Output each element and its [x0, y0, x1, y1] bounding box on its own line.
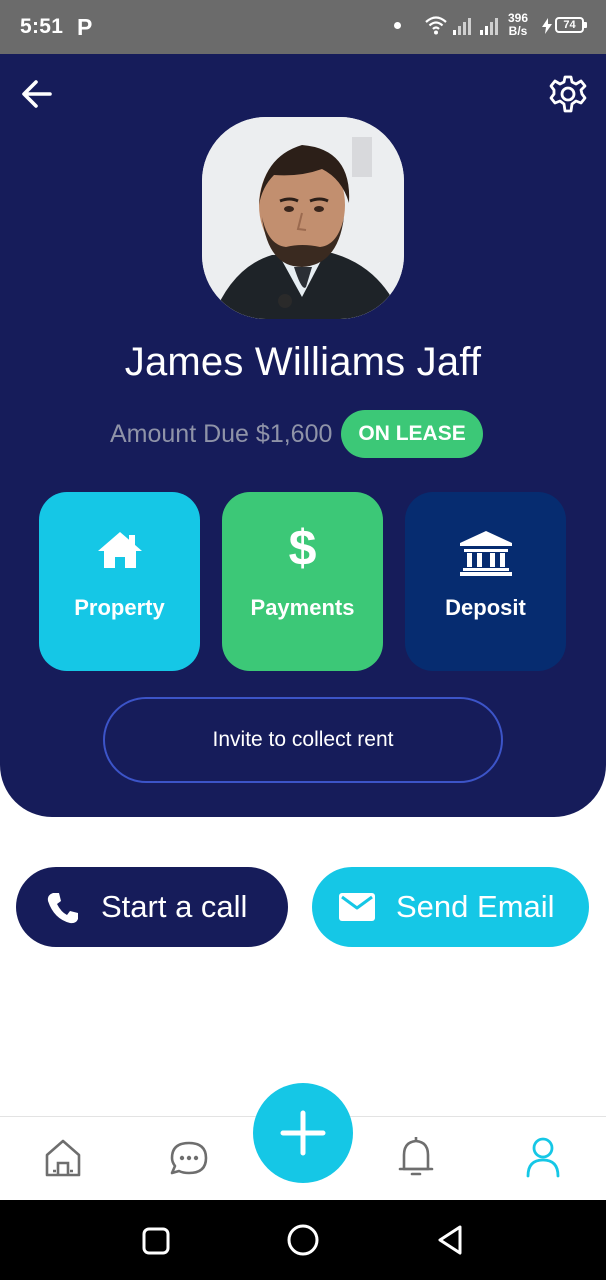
gear-icon[interactable]	[548, 74, 588, 114]
bank-icon	[459, 531, 512, 576]
deposit-label: Deposit	[445, 595, 526, 620]
deposit-button[interactable]: Deposit	[405, 492, 566, 671]
bell-icon[interactable]	[396, 1135, 436, 1179]
signal-icon-sim1	[453, 18, 471, 35]
profile-icon[interactable]	[523, 1135, 563, 1179]
start-call-button[interactable]: Start a call	[16, 867, 288, 947]
arrow-left-icon[interactable]	[20, 77, 54, 111]
wifi-icon	[425, 16, 447, 35]
start-call-label: Start a call	[101, 889, 248, 924]
tenant-profile-screen: 5:51 P 396 B/s 74 James Williams Jaff Am…	[0, 0, 606, 1280]
status-bar: 5:51 P 396 B/s 74	[0, 0, 606, 54]
add-icon	[280, 1110, 326, 1156]
send-email-button[interactable]: Send Email	[312, 867, 589, 947]
home-icon	[97, 532, 142, 568]
dollar-icon: $	[288, 520, 317, 576]
avatar-photo	[202, 117, 404, 319]
network-speed: 396 B/s	[508, 12, 528, 38]
profile-header-card: James Williams Jaff Amount Due $1,600 ON…	[0, 54, 606, 817]
tenant-name: James Williams Jaff	[124, 340, 482, 384]
amount-due-text: Amount Due $1,600	[110, 419, 333, 448]
phone-icon	[47, 893, 78, 924]
chat-icon[interactable]	[169, 1135, 209, 1179]
battery-icon: 74	[555, 17, 587, 33]
avatar	[202, 117, 404, 319]
status-time: 5:51	[20, 15, 64, 38]
notification-dot-icon	[394, 22, 401, 29]
signal-icon-sim2	[480, 18, 498, 35]
send-email-label: Send Email	[396, 889, 555, 924]
home-circle-icon[interactable]	[286, 1223, 320, 1257]
property-button[interactable]: Property	[39, 492, 200, 671]
payments-button[interactable]: $ Payments	[222, 492, 383, 671]
notification-app-icon: P	[77, 14, 93, 40]
system-navigation-bar	[0, 1200, 606, 1280]
charging-icon	[542, 18, 552, 34]
property-label: Property	[74, 595, 165, 620]
status-badge: ON LEASE	[341, 410, 483, 458]
invite-to-collect-rent-button[interactable]: Invite to collect rent	[103, 697, 503, 783]
network-speed-unit: B/s	[508, 24, 528, 38]
amount-due-row: Amount Due $1,600 ON LEASE	[110, 410, 483, 458]
recents-icon[interactable]	[142, 1227, 170, 1255]
payments-label: Payments	[250, 595, 355, 620]
back-triangle-icon[interactable]	[436, 1224, 464, 1256]
add-button[interactable]	[253, 1083, 353, 1183]
email-icon	[339, 893, 375, 921]
home-icon[interactable]	[43, 1135, 83, 1179]
